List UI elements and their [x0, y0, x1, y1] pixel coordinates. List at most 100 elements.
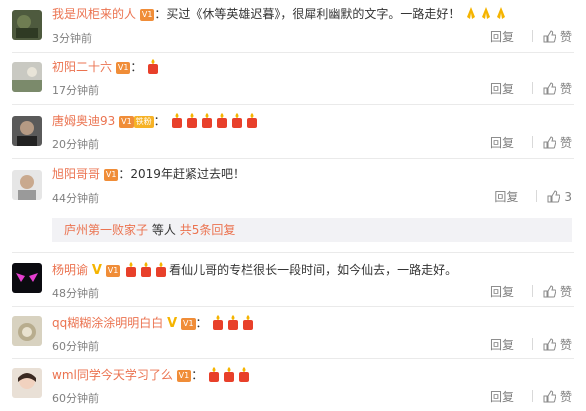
action-divider — [531, 82, 533, 94]
thumbs-up-icon — [543, 285, 556, 298]
comment-text: ： — [195, 316, 208, 330]
like-label: 赞 — [559, 82, 572, 96]
candle-emoji-icon — [243, 315, 254, 330]
comment-actions: 回复 赞 — [490, 80, 572, 97]
like-label: 赞 — [559, 136, 572, 150]
divider — [12, 104, 574, 105]
member-level-badge[interactable]: V1 — [119, 116, 134, 128]
comment-line: 唐姆奥迪93 V1 铁粉： — [52, 112, 260, 129]
comment-time: 20分钟前 — [52, 138, 99, 151]
fan-badge[interactable]: 铁粉 — [133, 116, 154, 128]
comment-line: wml同学今天学习了么 V1： — [52, 366, 252, 383]
reply-button[interactable]: 回复 — [494, 190, 518, 204]
like-label: 赞 — [559, 285, 572, 299]
comment-line: 旭阳哥哥 V1 ：2019年赶紧过去吧！ — [52, 166, 245, 182]
like-label: 赞 — [559, 390, 572, 404]
comment-time: 60分钟前 — [52, 340, 99, 353]
like-button[interactable]: 赞 — [543, 338, 572, 352]
comment-line: 杨明谕 V V1 看仙儿哥的专栏很长一段时间，如今仙去，一路走好。 — [52, 261, 457, 279]
like-button[interactable]: 赞 — [543, 285, 572, 299]
candle-emoji-icon — [201, 113, 212, 128]
member-level-badge[interactable]: V1 — [176, 370, 192, 382]
verified-v-icon: V — [91, 263, 102, 278]
username-link[interactable]: 杨明谕 — [52, 263, 88, 277]
comment-text: ： — [153, 114, 166, 128]
avatar[interactable] — [12, 62, 42, 92]
comment-actions: 回复 赞 — [490, 283, 572, 300]
username-link[interactable]: qq糊糊涂涂明明白白 — [52, 316, 163, 330]
like-button[interactable]: 赞 — [543, 136, 572, 150]
reply-button[interactable]: 回复 — [490, 82, 514, 96]
reply-summary-user[interactable]: 庐州第一败家子 — [64, 223, 148, 237]
avatar[interactable] — [12, 170, 42, 200]
candle-emoji-icon — [231, 113, 242, 128]
avatar[interactable] — [12, 263, 42, 293]
member-level-badge[interactable]: V1 — [115, 62, 131, 74]
thumbs-up-icon — [543, 390, 556, 403]
like-button[interactable]: 赞 — [543, 82, 572, 96]
comment-actions: 回复 赞 — [490, 28, 572, 45]
comment-time: 48分钟前 — [52, 287, 99, 300]
pray-emoji-icon — [482, 7, 491, 19]
thumbs-up-icon — [543, 30, 556, 43]
reply-button[interactable]: 回复 — [490, 338, 514, 352]
candle-emoji-icon — [148, 59, 159, 74]
comment-item: 我是风柜来的人 V1 ：买过《休等英雄迟暮》，很犀利幽默的文字。一路走好！ 3分钟… — [0, 0, 586, 52]
comment-line: 初阳二十六 V1： — [52, 58, 161, 75]
divider — [12, 158, 574, 159]
comment-list: 我是风柜来的人 V1 ：买过《休等英雄迟暮》，很犀利幽默的文字。一路走好！ 3分钟… — [0, 0, 586, 411]
avatar[interactable] — [12, 368, 42, 398]
comment-line: 我是风柜来的人 V1 ：买过《休等英雄迟暮》，很犀利幽默的文字。一路走好！ — [52, 6, 509, 22]
reply-button[interactable]: 回复 — [490, 390, 514, 404]
comment-item: wml同学今天学习了么 V1： 60分钟前 回复 赞 — [0, 360, 586, 411]
comment-time: 3分钟前 — [52, 32, 92, 45]
candle-emoji-icon — [239, 367, 250, 382]
reply-button[interactable]: 回复 — [490, 285, 514, 299]
comment-line: qq糊糊涂涂明明白白 V V1： — [52, 314, 256, 332]
divider — [12, 252, 574, 253]
candle-emoji-icon — [224, 367, 235, 382]
comment-actions: 回复 3 — [494, 188, 572, 205]
thumbs-up-icon — [543, 82, 556, 95]
username-link[interactable]: wml同学今天学习了么 — [52, 368, 173, 382]
reply-button[interactable]: 回复 — [490, 136, 514, 150]
comment-actions: 回复 赞 — [490, 336, 572, 353]
candle-emoji-icon — [141, 262, 152, 277]
username-link[interactable]: 初阳二十六 — [52, 60, 112, 74]
avatar[interactable] — [12, 116, 42, 146]
candle-emoji-icon — [228, 315, 239, 330]
comment-time: 60分钟前 — [52, 392, 99, 405]
like-button[interactable]: 3 — [547, 190, 572, 204]
candle-emoji-icon — [246, 113, 257, 128]
reply-button[interactable]: 回复 — [490, 30, 514, 44]
comment-time: 17分钟前 — [52, 84, 99, 97]
username-link[interactable]: 唐姆奥迪93 — [52, 114, 115, 128]
comment-item: qq糊糊涂涂明明白白 V V1： 60分钟前 回复 赞 — [0, 308, 586, 358]
candle-emoji-icon — [171, 113, 182, 128]
view-replies-link[interactable]: 共5条回复 — [180, 223, 236, 237]
pray-emoji-icon — [467, 7, 476, 19]
comment-text: ：买过《休等英雄迟暮》，很犀利幽默的文字。一路走好！ — [154, 7, 461, 21]
candle-emoji-icon — [186, 113, 197, 128]
member-level-badge[interactable]: V1 — [180, 318, 196, 330]
thumbs-up-icon — [547, 190, 561, 203]
comment-actions: 回复 赞 — [490, 134, 572, 151]
avatar[interactable] — [12, 316, 42, 346]
comment-time: 44分钟前 — [52, 192, 99, 205]
comment-text: ： — [130, 60, 143, 74]
member-level-badge[interactable]: V1 — [139, 9, 155, 21]
like-button[interactable]: 赞 — [543, 30, 572, 44]
member-level-badge[interactable]: V1 — [105, 265, 121, 277]
candle-emoji-icon — [216, 113, 227, 128]
action-divider — [531, 30, 533, 42]
like-button[interactable]: 赞 — [543, 390, 572, 404]
avatar[interactable] — [12, 10, 42, 40]
like-count: 3 — [564, 190, 572, 204]
username-link[interactable]: 旭阳哥哥 — [52, 167, 100, 181]
action-divider — [531, 338, 533, 350]
candle-emoji-icon — [156, 262, 167, 277]
member-level-badge[interactable]: V1 — [103, 169, 119, 181]
username-link[interactable]: 我是风柜来的人 — [52, 7, 136, 21]
divider — [12, 306, 574, 307]
reply-summary-middle: 等人 — [151, 223, 176, 237]
